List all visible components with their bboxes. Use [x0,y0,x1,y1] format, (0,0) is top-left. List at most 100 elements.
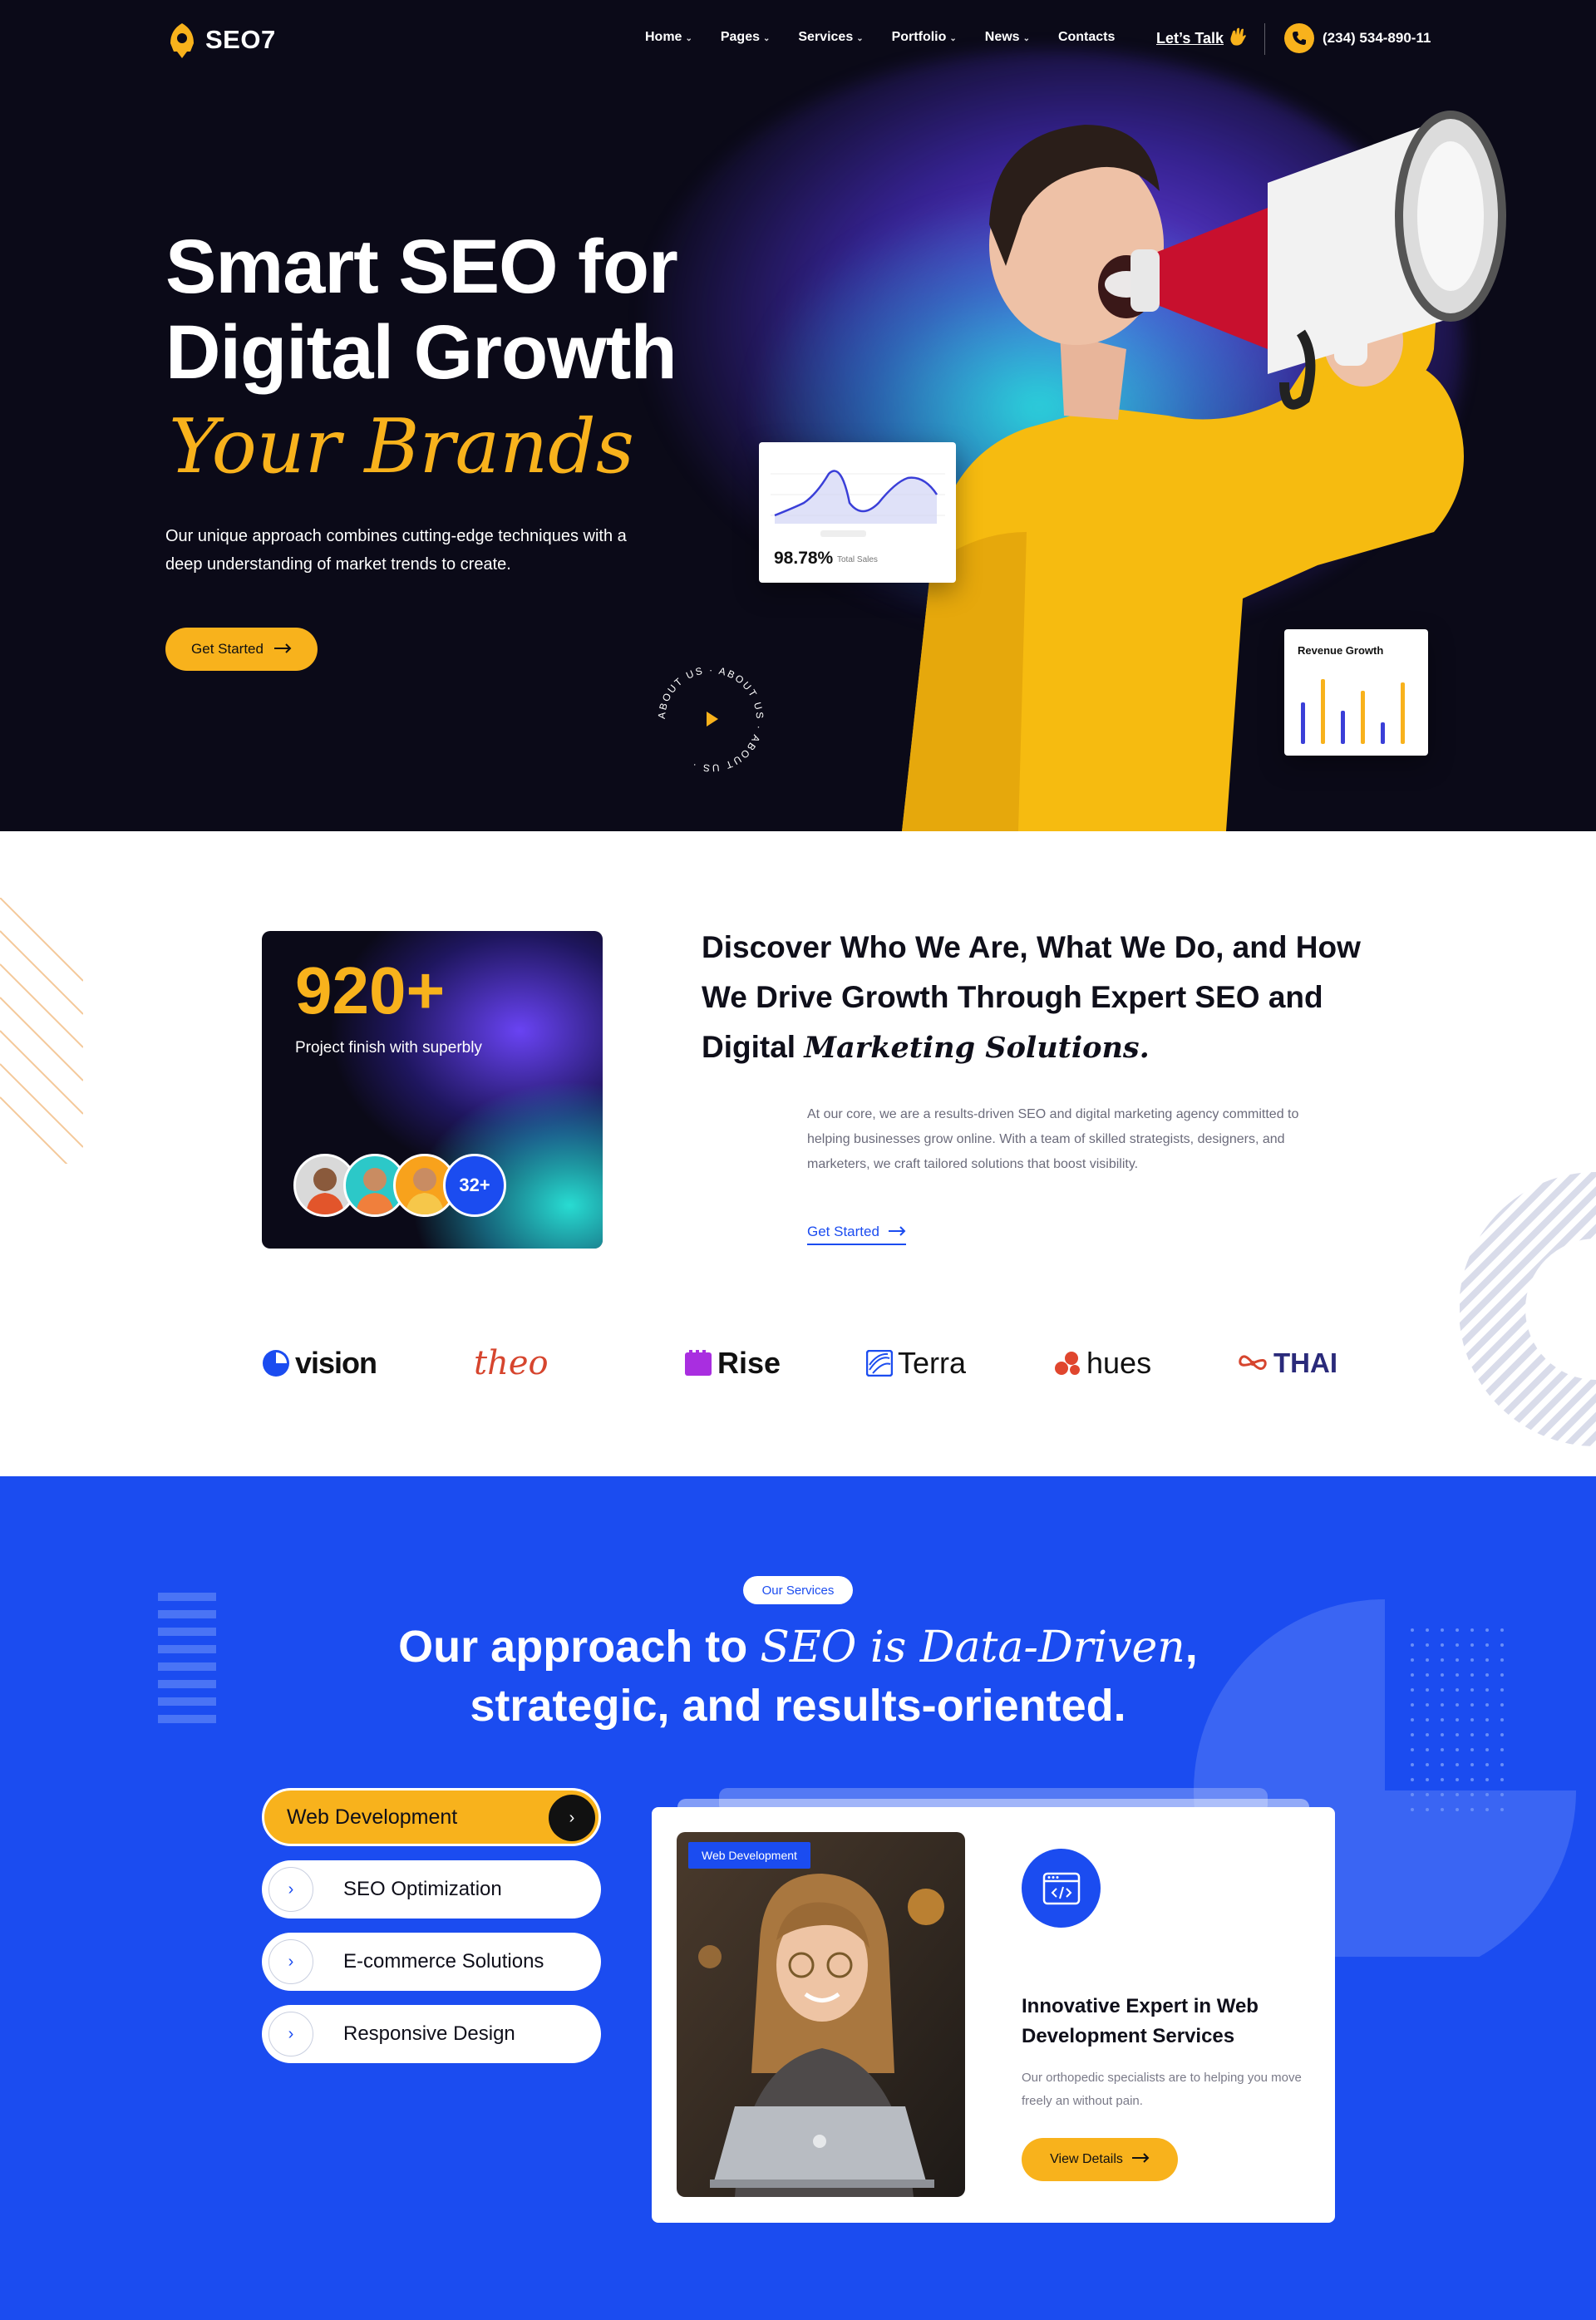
revenue-bar [1361,691,1365,744]
brand-logo-thai: THAI [1237,1342,1337,1384]
brand-name: Terra [898,1346,967,1380]
tab-seo-optimization[interactable]: › SEO Optimization [262,1860,601,1919]
phone-icon [1284,23,1314,53]
tab-label: Responsive Design [343,2022,515,2045]
projects-stat-card: 920+ Project finish with superbly 32+ [262,931,603,1249]
brand-logo-rise: Rise [684,1342,781,1384]
terra-logo-icon [866,1350,893,1377]
thai-logo-icon [1239,1355,1267,1370]
nav-divider [1264,23,1265,55]
menu-item-portfolio[interactable]: Portfolio ⌄ [892,30,957,45]
menu-item-services[interactable]: Services ⌄ [798,30,863,45]
code-window-icon [1022,1849,1101,1928]
arrow-right-icon [273,641,292,658]
menu-item-news[interactable]: News ⌄ [985,30,1030,45]
services-title-comma: , [1185,1622,1198,1672]
revenue-bar-chart [1301,679,1405,744]
revenue-bar [1301,702,1305,744]
rise-logo-icon [685,1350,712,1376]
service-photo: Web Development [677,1832,965,2197]
menu-label: Home [645,30,682,44]
menu-item-pages[interactable]: Pages ⌄ [721,30,771,45]
about-heading-accent: Marketing Solutions. [804,1031,1150,1065]
menu-label: Services [798,30,854,44]
stat-number: 920+ [295,953,446,1027]
view-details-label: View Details [1050,2152,1123,2166]
brand-name: theo [474,1344,549,1382]
main-menu: Home ⌄ Pages ⌄ Services ⌄ Portfolio ⌄ News ⌄ … [645,30,1143,45]
chevron-right-icon: › [268,2012,313,2056]
chevron-down-icon: ⌄ [685,34,692,43]
services-title-plain: Our approach to [398,1622,748,1672]
service-card-title: Innovative Expert in Web Development Ser… [1022,1995,1259,2047]
arrow-right-icon [1131,2152,1150,2167]
hero-title: Smart SEO for Digital Growth [165,224,678,396]
brand-name: THAI [1273,1347,1337,1378]
chevron-down-icon: ⌄ [949,34,957,43]
lets-talk-link[interactable]: Let’s Talk [1156,27,1247,51]
tab-web-development[interactable]: Web Development › [262,1788,601,1846]
hero-title-line2: Digital Growth [165,310,677,395]
about-link-label: Get Started [807,1224,879,1239]
services-title-line2: strategic, and results-oriented. [470,1681,1126,1731]
about-get-started-link[interactable]: Get Started [807,1224,906,1245]
brand-name: vision [295,1346,377,1380]
brand-logo-theo: theo [474,1342,549,1384]
revenue-bar [1321,679,1325,744]
stat-label: Project finish with superbly [295,1039,482,1057]
phone-link[interactable]: (234) 534-890-11 [1284,23,1431,53]
logo[interactable]: SEO7 [165,22,276,58]
waving-hand-icon [1229,27,1247,51]
our-services-badge: Our Services [743,1576,853,1604]
service-photo-tag: Web Development [688,1842,810,1869]
services-section: Our Services Our approach to SEO is Data… [0,1476,1596,2320]
logo-text: SEO7 [205,25,276,54]
services-title-accent: SEO is Data-Driven [760,1623,1185,1672]
total-sales-card: 98.78% Total Sales [759,442,956,583]
about-heading: Discover Who We Are, What We Do, and How… [702,923,1367,1073]
brand-logo-vision: vision [262,1342,377,1384]
brand-logos-row: vision theo Rise Terra hues THAI [262,1342,1342,1384]
menu-label: News [984,30,1020,44]
revenue-bar [1341,711,1345,744]
phone-number: (234) 534-890-11 [1323,30,1431,46]
menu-item-contacts[interactable]: Contacts [1058,30,1115,45]
tab-label: SEO Optimization [343,1878,502,1900]
revenue-title: Revenue Growth [1298,644,1384,657]
team-avatars: 32+ [293,1154,506,1217]
brand-name: hues [1086,1346,1152,1380]
service-card-text: Our orthopedic specialists are to helpin… [1022,2071,1302,2108]
chevron-down-icon: ⌄ [1022,34,1030,43]
woman-laptop-image [677,1832,965,2197]
hues-logo-icon [1055,1352,1080,1375]
top-navbar: SEO7 Home ⌄ Pages ⌄ Services ⌄ Portfolio ⌄ N… [0,0,1596,79]
menu-item-home[interactable]: Home ⌄ [645,30,692,45]
get-started-button[interactable]: Get Started [165,628,318,671]
chevron-right-icon: › [268,1867,313,1912]
tab-ecommerce-solutions[interactable]: › E-commerce Solutions [262,1933,601,1991]
revenue-bar [1401,682,1405,744]
sales-line-chart [771,470,945,537]
hero-title-line1: Smart SEO for [165,224,678,309]
tab-responsive-design[interactable]: › Responsive Design [262,2005,601,2063]
get-started-label: Get Started [191,641,264,657]
about-text: At our core, we are a results-driven SEO… [807,1107,1299,1171]
menu-label: Contacts [1057,30,1116,44]
brand-logo-terra: Terra [866,1342,966,1384]
menu-label: Portfolio [891,30,947,44]
chevron-down-icon: ⌄ [856,34,864,43]
chevron-right-icon: › [549,1795,595,1841]
vision-logo-icon [263,1350,289,1377]
services-title: Our approach to SEO is Data-Driven, stra… [0,1618,1596,1735]
revenue-growth-card: Revenue Growth [1284,629,1428,756]
view-details-button[interactable]: View Details [1022,2138,1178,2181]
sales-value: 98.78% [774,549,834,568]
play-icon [707,712,718,727]
service-detail-card: Web Development Innovative Expert in Web… [652,1807,1335,2223]
about-us-play-button[interactable]: ABOUT US · ABOUT US · ABOUT US · [648,657,773,781]
revenue-bar [1381,722,1385,744]
arrow-right-icon [888,1224,906,1240]
brand-name: Rise [717,1346,781,1380]
menu-label: Pages [720,30,760,44]
hero-section: SEO7 Home ⌄ Pages ⌄ Services ⌄ Portfolio ⌄ N… [0,0,1596,831]
